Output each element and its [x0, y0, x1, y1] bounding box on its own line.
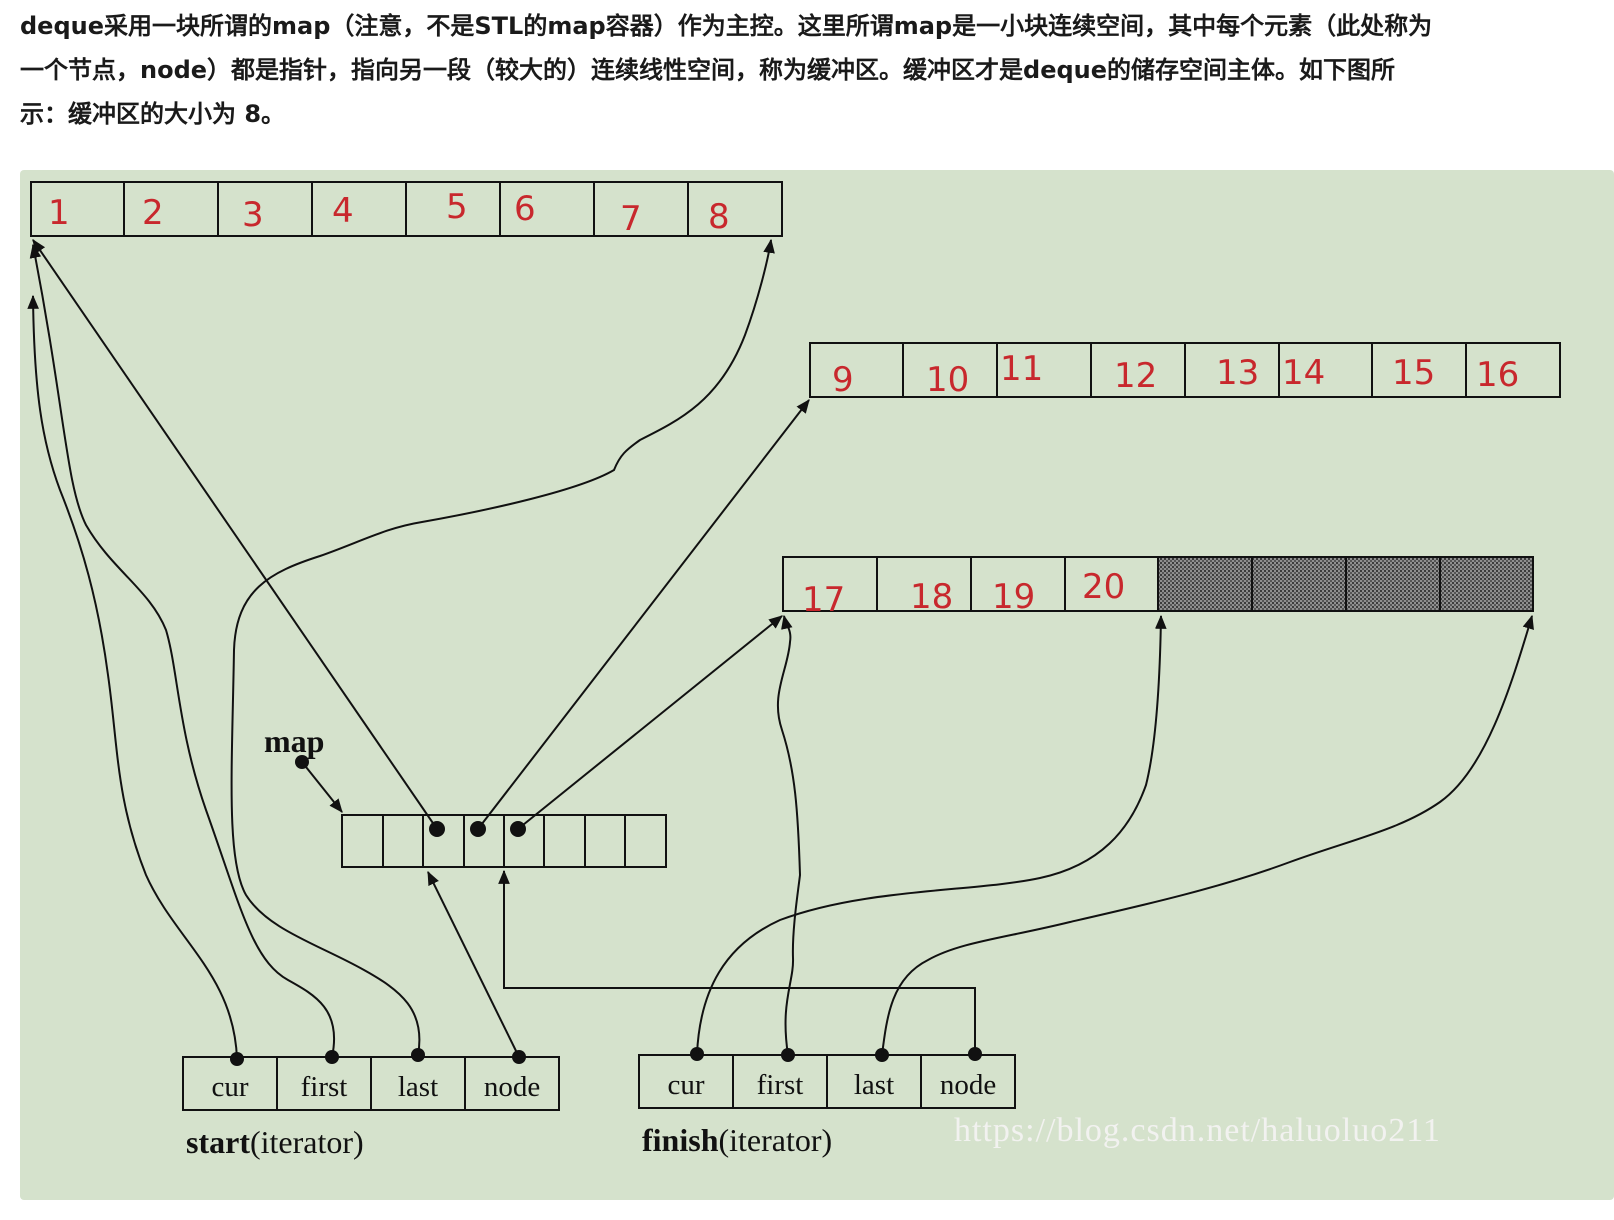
- watermark: https://blog.csdn.net/haluoluo211: [954, 1112, 1441, 1149]
- buffer-2-cell: 15: [1392, 353, 1435, 393]
- buffer-1-cell: 3: [242, 195, 264, 235]
- buffer-1-cell: 2: [142, 193, 164, 233]
- intro-line-3: 示：缓冲区的大小为 8。: [20, 100, 286, 128]
- start-field-first: first: [301, 1071, 348, 1103]
- map-label: map: [264, 723, 324, 759]
- buffer-1-cell: 5: [446, 187, 468, 227]
- buffer-3-cell: 18: [910, 577, 953, 617]
- start-caption-bold: start: [186, 1124, 250, 1160]
- deque-structure-diagram: 1 2 3 4 5 6 7 8 9 10 11 12 13 14 15 16 1…: [20, 170, 1614, 1200]
- buffer-2-cell: 14: [1282, 353, 1325, 393]
- start-field-cur: cur: [211, 1071, 248, 1103]
- buffer-3-cell: 17: [802, 580, 845, 620]
- buffer-1-cell: 6: [514, 189, 536, 229]
- start-caption-rest: (iterator): [250, 1124, 364, 1160]
- intro-line-1: deque采用一块所谓的map（注意，不是STL的map容器）作为主控。这里所谓…: [20, 12, 1433, 40]
- finish-caption: finish(iterator): [642, 1122, 832, 1158]
- finish-field-node: node: [940, 1069, 996, 1101]
- buffer-2-cell: 9: [832, 360, 854, 400]
- diagram-background: [20, 170, 1614, 1200]
- buffer-2-cell: 16: [1476, 355, 1519, 395]
- buffer-1-cell: 7: [620, 199, 642, 239]
- start-caption: start(iterator): [186, 1124, 364, 1160]
- start-field-last: last: [398, 1071, 438, 1103]
- finish-caption-bold: finish: [642, 1122, 719, 1158]
- buffer-1-cell: 4: [332, 191, 354, 231]
- buffer-1-cell: 1: [48, 193, 70, 233]
- buffer-1-cell: 8: [708, 197, 730, 237]
- buffer-2-cell: 11: [1000, 349, 1043, 389]
- intro-text: deque采用一块所谓的map（注意，不是STL的map容器）作为主控。这里所谓…: [20, 4, 1614, 136]
- start-field-node: node: [484, 1071, 540, 1103]
- buffer-2-cell: 10: [926, 360, 969, 400]
- buffer-2-cell: 13: [1216, 353, 1259, 393]
- finish-field-first: first: [757, 1069, 804, 1101]
- finish-field-last: last: [854, 1069, 894, 1101]
- finish-field-cur: cur: [667, 1069, 704, 1101]
- buffer-3-cell: 20: [1082, 567, 1125, 607]
- intro-line-2: 一个节点，node）都是指针，指向另一段（较大的）连续线性空间，称为缓冲区。缓冲…: [20, 56, 1396, 84]
- buffer-3-cell: 19: [992, 577, 1035, 617]
- buffer-2-cell: 12: [1114, 356, 1157, 396]
- finish-caption-rest: (iterator): [718, 1122, 832, 1158]
